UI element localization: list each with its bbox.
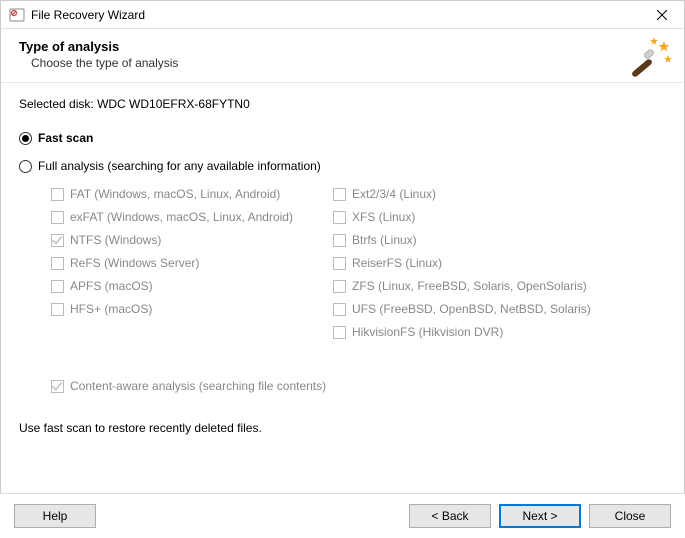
filesystem-label: XFS (Linux) [352, 210, 415, 224]
content-aware-checkbox[interactable] [51, 380, 64, 393]
filesystem-checkbox[interactable] [333, 211, 346, 224]
filesystem-checkbox[interactable] [333, 326, 346, 339]
content-aware-label: Content-aware analysis (searching file c… [70, 379, 326, 393]
filesystem-label: HikvisionFS (Hikvision DVR) [352, 325, 503, 339]
filesystem-label: APFS (macOS) [70, 279, 153, 293]
filesystem-checkbox[interactable] [51, 234, 64, 247]
full-analysis-label: Full analysis (searching for any availab… [38, 159, 321, 173]
filesystem-label: HFS+ (macOS) [70, 302, 152, 316]
filesystem-label: ZFS (Linux, FreeBSD, Solaris, OpenSolari… [352, 279, 587, 293]
full-analysis-radio[interactable] [19, 160, 32, 173]
filesystem-label: FAT (Windows, macOS, Linux, Android) [70, 187, 280, 201]
filesystem-option[interactable]: XFS (Linux) [333, 210, 591, 224]
window-title: File Recovery Wizard [31, 8, 145, 22]
filesystem-option[interactable]: UFS (FreeBSD, OpenBSD, NetBSD, Solaris) [333, 302, 591, 316]
filesystem-label: ReiserFS (Linux) [352, 256, 442, 270]
filesystem-option[interactable]: FAT (Windows, macOS, Linux, Android) [51, 187, 293, 201]
footer-right-group: < Back Next > Close [409, 504, 671, 528]
filesystem-option[interactable]: ReFS (Windows Server) [51, 256, 293, 270]
next-button[interactable]: Next > [499, 504, 581, 528]
filesystem-grid: FAT (Windows, macOS, Linux, Android) exFA… [51, 187, 666, 339]
filesystem-column-right: Ext2/3/4 (Linux) XFS (Linux) Btrfs (Linux)… [333, 187, 591, 339]
full-analysis-radio-row[interactable]: Full analysis (searching for any availab… [19, 159, 666, 173]
selected-disk-value: WDC WD10EFRX-68FYTN0 [97, 97, 250, 111]
filesystem-label: ReFS (Windows Server) [70, 256, 199, 270]
footer: Help < Back Next > Close [0, 493, 685, 538]
filesystem-checkbox[interactable] [333, 280, 346, 293]
content-area: Selected disk: WDC WD10EFRX-68FYTN0 Fast… [1, 83, 684, 435]
page-title: Type of analysis [19, 39, 666, 54]
filesystem-label: Ext2/3/4 (Linux) [352, 187, 436, 201]
filesystem-option[interactable]: Btrfs (Linux) [333, 233, 591, 247]
filesystem-checkbox[interactable] [333, 234, 346, 247]
filesystem-checkbox[interactable] [51, 303, 64, 316]
filesystem-label: UFS (FreeBSD, OpenBSD, NetBSD, Solaris) [352, 302, 591, 316]
filesystem-option[interactable]: exFAT (Windows, macOS, Linux, Android) [51, 210, 293, 224]
filesystem-option[interactable]: ZFS (Linux, FreeBSD, Solaris, OpenSolari… [333, 279, 591, 293]
fast-scan-radio-row[interactable]: Fast scan [19, 131, 666, 145]
fast-scan-label: Fast scan [38, 131, 93, 145]
filesystem-option[interactable]: HFS+ (macOS) [51, 302, 293, 316]
page-subtitle: Choose the type of analysis [31, 56, 666, 70]
close-footer-button[interactable]: Close [589, 504, 671, 528]
filesystem-checkbox[interactable] [51, 188, 64, 201]
filesystem-label: Btrfs (Linux) [352, 233, 417, 247]
filesystem-option[interactable]: NTFS (Windows) [51, 233, 293, 247]
filesystem-label: NTFS (Windows) [70, 233, 161, 247]
hint-text: Use fast scan to restore recently delete… [19, 421, 666, 435]
filesystem-label: exFAT (Windows, macOS, Linux, Android) [70, 210, 293, 224]
app-icon [9, 7, 25, 23]
header-section: Type of analysis Choose the type of anal… [1, 29, 684, 83]
titlebar-left: File Recovery Wizard [9, 7, 145, 23]
filesystem-option[interactable]: Ext2/3/4 (Linux) [333, 187, 591, 201]
filesystem-option[interactable]: ReiserFS (Linux) [333, 256, 591, 270]
titlebar: File Recovery Wizard [1, 1, 684, 29]
filesystem-checkbox[interactable] [51, 211, 64, 224]
filesystem-checkbox[interactable] [51, 280, 64, 293]
wizard-icon [624, 35, 672, 83]
filesystem-option[interactable]: HikvisionFS (Hikvision DVR) [333, 325, 591, 339]
fast-scan-radio[interactable] [19, 132, 32, 145]
help-button[interactable]: Help [14, 504, 96, 528]
content-aware-row[interactable]: Content-aware analysis (searching file c… [51, 379, 666, 393]
filesystem-option[interactable]: APFS (macOS) [51, 279, 293, 293]
selected-disk-row: Selected disk: WDC WD10EFRX-68FYTN0 [19, 97, 666, 111]
back-button[interactable]: < Back [409, 504, 491, 528]
filesystem-checkbox[interactable] [333, 257, 346, 270]
filesystem-checkbox[interactable] [51, 257, 64, 270]
filesystem-checkbox[interactable] [333, 303, 346, 316]
filesystem-column-left: FAT (Windows, macOS, Linux, Android) exFA… [51, 187, 293, 339]
selected-disk-label: Selected disk: [19, 97, 94, 111]
filesystem-checkbox[interactable] [333, 188, 346, 201]
close-button[interactable] [646, 4, 678, 26]
